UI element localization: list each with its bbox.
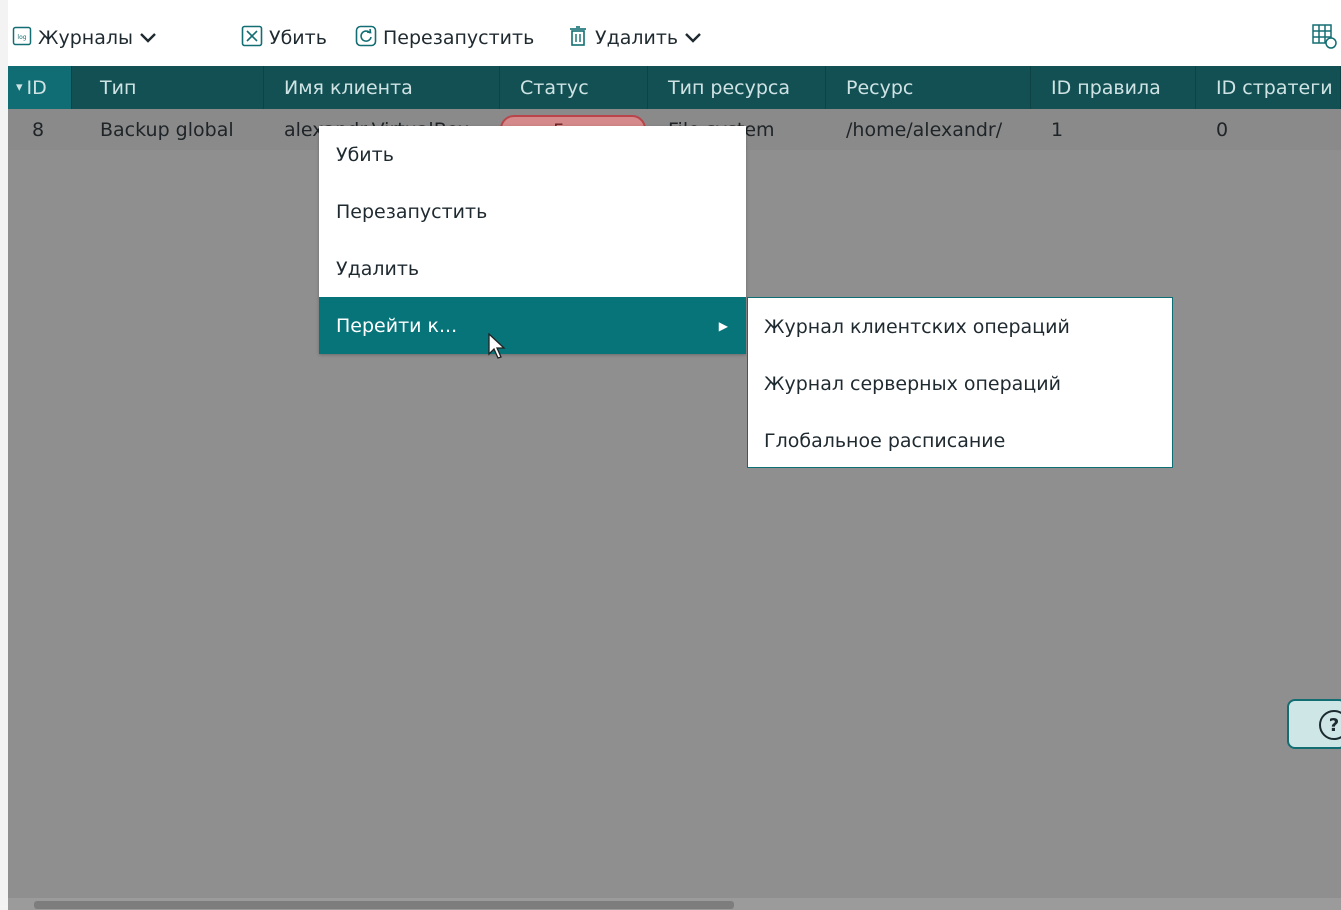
table-settings-icon	[1311, 23, 1337, 54]
column-header-id[interactable]: ▾ ID	[8, 66, 72, 109]
svg-text:log: log	[17, 34, 26, 41]
menu-item-kill[interactable]: Убить	[319, 126, 746, 183]
column-header-label: Ресурс	[846, 76, 914, 99]
cell-id: 8	[32, 118, 45, 141]
restart-button[interactable]: Перезапустить	[355, 10, 534, 66]
window-left-border	[0, 0, 8, 910]
column-header-status[interactable]: Статус	[500, 66, 648, 109]
delete-label: Удалить	[595, 27, 679, 49]
log-icon: log	[12, 26, 32, 51]
column-header-resource[interactable]: Ресурс	[826, 66, 1031, 109]
column-header-client[interactable]: Имя клиента	[264, 66, 500, 109]
column-header-label: ID	[26, 76, 47, 99]
journals-menu-button[interactable]: log Журналы	[12, 10, 157, 66]
refresh-icon	[355, 25, 377, 52]
mouse-cursor-icon	[488, 332, 508, 365]
horizontal-scrollbar[interactable]	[8, 898, 1341, 910]
sort-desc-icon: ▾	[16, 80, 23, 95]
table-settings-button[interactable]	[1311, 10, 1337, 66]
menu-item-delete[interactable]: Удалить	[319, 240, 746, 297]
column-header-label: Тип ресурса	[668, 76, 791, 99]
scrollbar-thumb[interactable]	[34, 901, 734, 909]
menu-item-label: Перейти к...	[336, 314, 458, 337]
kill-label: Убить	[269, 27, 327, 49]
menu-item-label: Перезапустить	[336, 200, 488, 223]
column-header-label: Имя клиента	[284, 76, 413, 99]
menu-item-label: Удалить	[336, 257, 420, 280]
go-to-submenu: Журнал клиентских операций Журнал сервер…	[747, 297, 1173, 468]
kill-button[interactable]: Убить	[241, 10, 327, 66]
toolbar: log Журналы Убить Перезапустить Удалить	[0, 10, 1341, 66]
cell-strategy-id: 0	[1216, 118, 1229, 141]
submenu-arrow-icon: ▶	[718, 318, 728, 333]
chevron-down-icon	[139, 27, 157, 49]
help-button[interactable]: ?	[1287, 699, 1341, 749]
column-header-rule-id[interactable]: ID правила	[1031, 66, 1196, 109]
menu-item-label: Журнал серверных операций	[764, 372, 1061, 395]
menu-item-label: Глобальное расписание	[764, 429, 1006, 452]
trash-icon	[567, 25, 589, 52]
column-header-label: ID стратеги	[1216, 76, 1333, 99]
page: log Журналы Убить Перезапустить Удалить	[0, 0, 1341, 910]
cell-resource: /home/alexandr/	[846, 118, 1003, 141]
submenu-item-server-journal[interactable]: Журнал серверных операций	[748, 355, 1172, 412]
column-header-type[interactable]: Тип	[80, 66, 264, 109]
column-header-strategy-id[interactable]: ID стратеги	[1196, 66, 1341, 109]
cell-type: Backup global	[100, 118, 234, 141]
menu-item-label: Журнал клиентских операций	[764, 315, 1070, 338]
close-square-icon	[241, 25, 263, 52]
chevron-down-icon	[684, 27, 702, 49]
column-header-label: Тип	[100, 76, 137, 99]
submenu-item-global-schedule[interactable]: Глобальное расписание	[748, 412, 1172, 469]
delete-menu-button[interactable]: Удалить	[567, 10, 702, 66]
restart-label: Перезапустить	[383, 27, 535, 49]
context-menu: Убить Перезапустить Удалить Перейти к...…	[319, 126, 746, 354]
menu-item-label: Убить	[336, 143, 394, 166]
submenu-item-client-journal[interactable]: Журнал клиентских операций	[748, 298, 1172, 355]
cell-rule-id: 1	[1051, 118, 1064, 141]
column-header-label: ID правила	[1051, 76, 1161, 99]
journals-label: Журналы	[38, 27, 133, 49]
column-header-resource-type[interactable]: Тип ресурса	[648, 66, 826, 109]
menu-item-restart[interactable]: Перезапустить	[319, 183, 746, 240]
table-header: ▾ ID Тип Имя клиента Статус Тип ресурса …	[8, 66, 1341, 109]
help-icon: ?	[1319, 710, 1341, 740]
menu-item-go-to[interactable]: Перейти к... ▶	[319, 297, 746, 354]
column-header-label: Статус	[520, 76, 589, 99]
